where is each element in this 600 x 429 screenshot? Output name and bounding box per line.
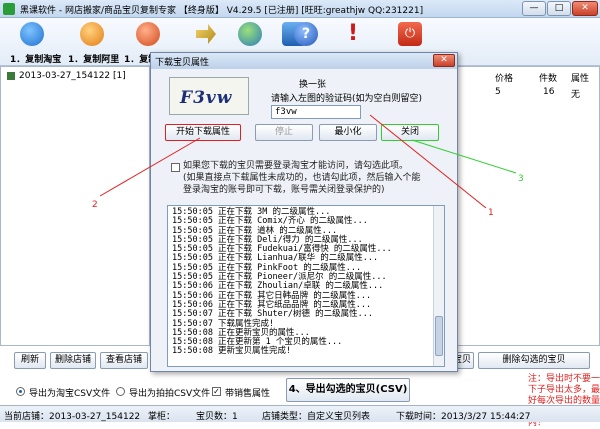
annotation-overlay (99, 114, 517, 209)
annotation-number-2: 2 (92, 200, 98, 210)
annotation-arrow-2 (99, 137, 201, 197)
annotation-arrow-3 (411, 139, 517, 174)
annotation-number-3: 3 (518, 174, 524, 184)
annotation-number-1: 1 (488, 208, 494, 218)
annotation-arrow-1 (369, 114, 487, 209)
